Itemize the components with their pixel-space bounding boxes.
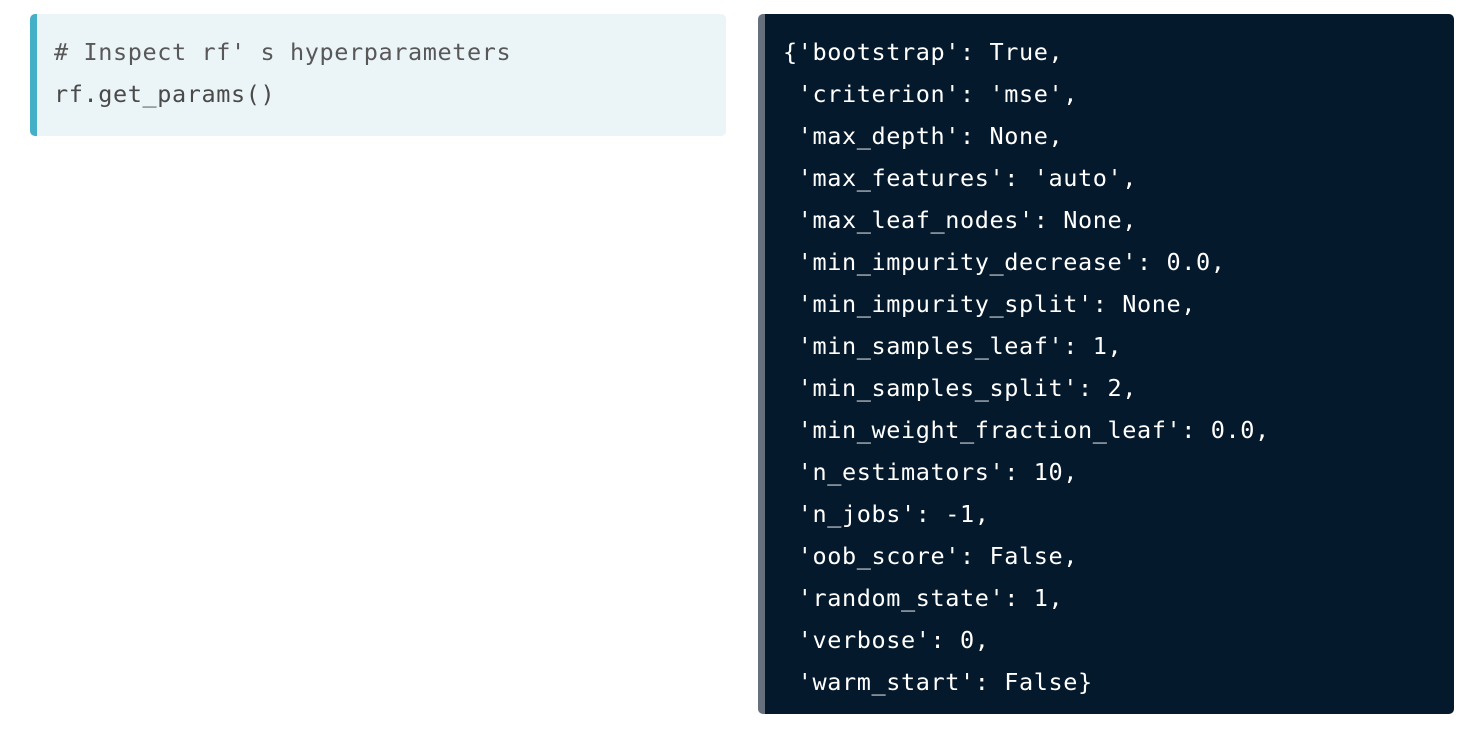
- code-line: rf.get_params(): [54, 80, 276, 108]
- output-line: {'bootstrap': True,: [783, 38, 1064, 66]
- code-input-cell: # Inspect rf' s hyperparameters rf.get_p…: [30, 14, 726, 136]
- output-line: 'n_jobs': -1,: [783, 500, 990, 528]
- output-line: 'oob_score': False,: [783, 542, 1078, 570]
- output-line: 'n_estimators': 10,: [783, 458, 1078, 486]
- output-line: 'max_depth': None,: [783, 122, 1064, 150]
- output-line: 'min_samples_split': 2,: [783, 374, 1137, 402]
- output-line: 'verbose': 0,: [783, 626, 990, 654]
- output-line: 'warm_start': False}: [783, 668, 1093, 696]
- output-line: 'random_state': 1,: [783, 584, 1064, 612]
- code-output-cell: {'bootstrap': True, 'criterion': 'mse', …: [758, 14, 1454, 714]
- output-line: 'min_samples_leaf': 1,: [783, 332, 1123, 360]
- output-line: 'min_impurity_split': None,: [783, 290, 1196, 318]
- output-line: 'criterion': 'mse',: [783, 80, 1078, 108]
- output-line: 'min_impurity_decrease': 0.0,: [783, 248, 1226, 276]
- code-comment-line: # Inspect rf' s hyperparameters: [54, 38, 512, 66]
- output-line: 'max_features': 'auto',: [783, 164, 1137, 192]
- output-line: 'min_weight_fraction_leaf': 0.0,: [783, 416, 1270, 444]
- output-line: 'max_leaf_nodes': None,: [783, 206, 1137, 234]
